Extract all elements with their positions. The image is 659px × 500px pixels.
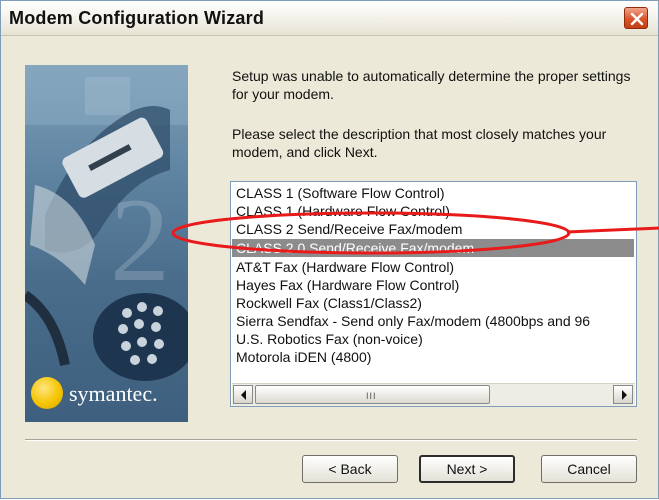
cancel-button[interactable]: Cancel — [541, 455, 637, 483]
back-button[interactable]: < Back — [302, 455, 398, 483]
next-button[interactable]: Next > — [419, 455, 515, 483]
button-separator — [25, 439, 637, 441]
wizard-window: Modem Configuration Wizard 2 symantec. S… — [0, 0, 659, 499]
red-annotation-ellipse — [171, 211, 659, 255]
